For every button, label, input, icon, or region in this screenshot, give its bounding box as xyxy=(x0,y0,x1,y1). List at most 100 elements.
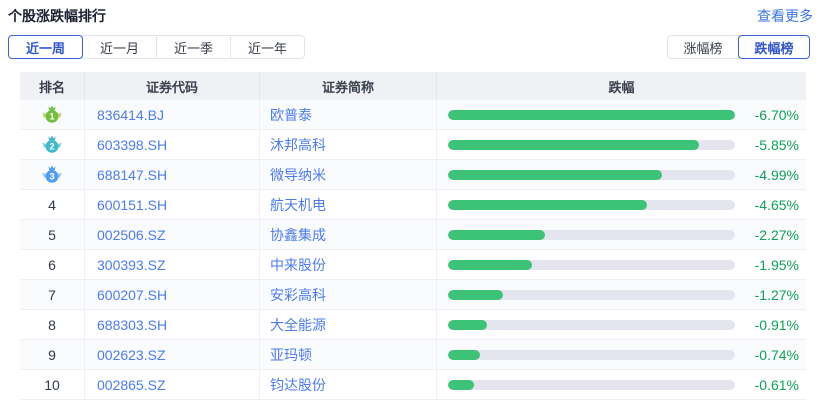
change-percent: -2.27% xyxy=(755,227,806,243)
rank-cell: 5 xyxy=(20,220,85,249)
stock-code-link[interactable]: 300393.SZ xyxy=(85,250,260,279)
table-row: 3 688147.SH微导纳米 -4.99% xyxy=(20,160,806,190)
stock-code-link[interactable]: 688147.SH xyxy=(85,160,260,189)
change-percent: -5.85% xyxy=(755,137,806,153)
change-cell: -5.85% xyxy=(437,130,806,159)
change-percent: -6.70% xyxy=(755,107,806,123)
rank-cell: 4 xyxy=(20,190,85,219)
svg-text:2: 2 xyxy=(49,141,54,151)
change-bar-track xyxy=(448,140,735,150)
change-bar-fill xyxy=(448,140,699,150)
column-header-2: 证券简称 xyxy=(260,72,437,100)
stock-name-link[interactable]: 大全能源 xyxy=(260,310,437,339)
change-bar-fill xyxy=(448,320,487,330)
change-cell: -0.61% xyxy=(437,370,806,399)
stock-name-link[interactable]: 欧普泰 xyxy=(260,100,437,129)
rank-number: 6 xyxy=(48,257,56,273)
period-tab-0[interactable]: 近一周 xyxy=(8,35,83,59)
medal-rank-3-icon: 3 xyxy=(41,164,63,186)
tabs-row: 近一周近一月近一季近一年 涨幅榜跌幅榜 xyxy=(8,35,810,59)
table-header-row: 排名证券代码证券简称跌幅 xyxy=(20,72,806,100)
stock-name-link[interactable]: 安彩高科 xyxy=(260,280,437,309)
change-bar-track xyxy=(448,260,735,270)
rank-cell: 7 xyxy=(20,280,85,309)
period-tab-group: 近一周近一月近一季近一年 xyxy=(8,35,305,59)
period-tab-3[interactable]: 近一年 xyxy=(230,35,305,59)
column-header-1: 证券代码 xyxy=(85,72,260,100)
ranking-table: 排名证券代码证券简称跌幅 1 836414.BJ欧普泰 -6.70% 2 603398.… xyxy=(20,72,806,400)
period-tab-2[interactable]: 近一季 xyxy=(156,35,231,59)
change-bar-track xyxy=(448,380,735,390)
stock-code-link[interactable]: 600151.SH xyxy=(85,190,260,219)
rank-number: 8 xyxy=(48,317,56,333)
svg-text:3: 3 xyxy=(49,171,54,181)
change-bar-fill xyxy=(448,200,647,210)
change-cell: -4.65% xyxy=(437,190,806,219)
change-bar-track xyxy=(448,320,735,330)
rank-number: 9 xyxy=(48,347,56,363)
change-bar-fill xyxy=(448,350,480,360)
stock-name-link[interactable]: 中来股份 xyxy=(260,250,437,279)
stock-name-link[interactable]: 协鑫集成 xyxy=(260,220,437,249)
change-percent: -0.61% xyxy=(755,377,806,393)
change-bar-fill xyxy=(448,260,532,270)
change-cell: -1.27% xyxy=(437,280,806,309)
change-cell: -0.74% xyxy=(437,340,806,369)
table-row: 8 688303.SH大全能源 -0.91% xyxy=(20,310,806,340)
stock-name-link[interactable]: 沐邦高科 xyxy=(260,130,437,159)
stock-name-link[interactable]: 亚玛顿 xyxy=(260,340,437,369)
change-percent: -1.27% xyxy=(755,287,806,303)
table-body: 1 836414.BJ欧普泰 -6.70% 2 603398.SH沐邦高科 -5.85% 3… xyxy=(20,100,806,400)
stock-code-link[interactable]: 688303.SH xyxy=(85,310,260,339)
column-header-3: 跌幅 xyxy=(437,72,806,100)
board-tab-1[interactable]: 跌幅榜 xyxy=(738,35,810,59)
rank-cell: 2 xyxy=(20,130,85,159)
change-cell: -2.27% xyxy=(437,220,806,249)
svg-text:1: 1 xyxy=(49,111,54,121)
table-row: 1 836414.BJ欧普泰 -6.70% xyxy=(20,100,806,130)
column-header-0: 排名 xyxy=(20,72,85,100)
board-tab-0[interactable]: 涨幅榜 xyxy=(667,35,739,59)
change-bar-track xyxy=(448,200,735,210)
change-bar-track xyxy=(448,350,735,360)
rank-number: 10 xyxy=(44,377,60,393)
table-row: 2 603398.SH沐邦高科 -5.85% xyxy=(20,130,806,160)
stock-code-link[interactable]: 603398.SH xyxy=(85,130,260,159)
medal-rank-1-icon: 1 xyxy=(41,104,63,126)
rank-number: 5 xyxy=(48,227,56,243)
change-percent: -0.91% xyxy=(755,317,806,333)
change-bar-track xyxy=(448,110,735,120)
rank-cell: 9 xyxy=(20,340,85,369)
change-bar-fill xyxy=(448,230,545,240)
stock-name-link[interactable]: 微导纳米 xyxy=(260,160,437,189)
table-row: 5 002506.SZ协鑫集成 -2.27% xyxy=(20,220,806,250)
view-more-link[interactable]: 查看更多 xyxy=(757,6,813,26)
stock-code-link[interactable]: 836414.BJ xyxy=(85,100,260,129)
change-bar-fill xyxy=(448,170,662,180)
table-row: 9 002623.SZ亚玛顿-0.74% xyxy=(20,340,806,370)
rank-cell: 1 xyxy=(20,100,85,129)
change-bar-track xyxy=(448,170,735,180)
rank-number: 4 xyxy=(48,197,56,213)
table-row: 6 300393.SZ中来股份 -1.95% xyxy=(20,250,806,280)
stock-code-link[interactable]: 002865.SZ xyxy=(85,370,260,399)
table-row: 10 002865.SZ钧达股份 -0.61% xyxy=(20,370,806,400)
stock-code-link[interactable]: 002506.SZ xyxy=(85,220,260,249)
stock-name-link[interactable]: 钧达股份 xyxy=(260,370,437,399)
stock-ranking-panel: 个股涨跌幅排行 查看更多 近一周近一月近一季近一年 涨幅榜跌幅榜 排名证券代码证… xyxy=(0,0,823,400)
stock-name-link[interactable]: 航天机电 xyxy=(260,190,437,219)
period-tab-1[interactable]: 近一月 xyxy=(82,35,157,59)
change-percent: -4.65% xyxy=(755,197,806,213)
rank-cell: 3 xyxy=(20,160,85,189)
rank-number: 7 xyxy=(48,287,56,303)
rank-cell: 8 xyxy=(20,310,85,339)
stock-code-link[interactable]: 002623.SZ xyxy=(85,340,260,369)
stock-code-link[interactable]: 600207.SH xyxy=(85,280,260,309)
change-percent: -4.99% xyxy=(755,167,806,183)
board-tab-group: 涨幅榜跌幅榜 xyxy=(667,35,810,59)
table-row: 7 600207.SH安彩高科 -1.27% xyxy=(20,280,806,310)
change-percent: -1.95% xyxy=(755,257,806,273)
change-cell: -6.70% xyxy=(437,100,806,129)
medal-rank-2-icon: 2 xyxy=(41,134,63,156)
change-bar-fill xyxy=(448,380,474,390)
